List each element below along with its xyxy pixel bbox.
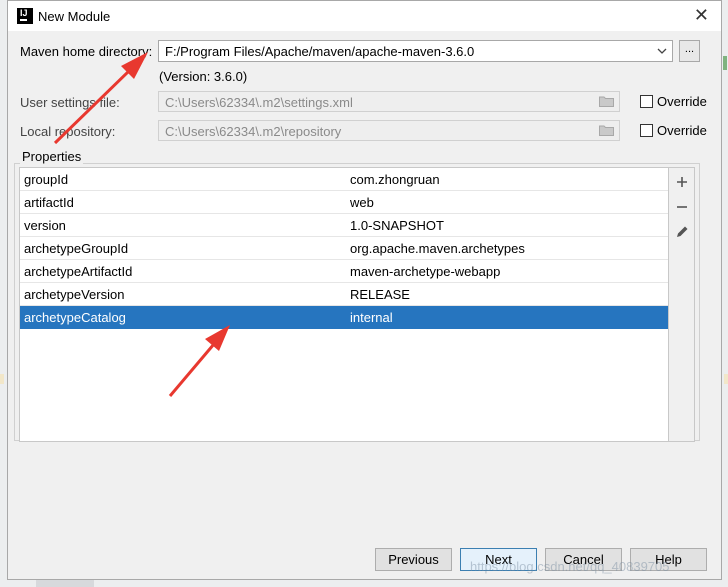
- background-window-edge-left: [0, 0, 7, 587]
- folder-icon: [599, 125, 614, 136]
- previous-button[interactable]: Previous: [375, 548, 452, 571]
- user-settings-value: C:\Users\62334\.m2\settings.xml: [165, 95, 353, 110]
- maven-home-label: Maven home directory:: [20, 44, 153, 59]
- property-value: 1.0-SNAPSHOT: [350, 218, 444, 233]
- background-highlight-marker: [0, 374, 4, 384]
- user-settings-field: C:\Users\62334\.m2\settings.xml: [158, 91, 620, 112]
- browse-button[interactable]: ...: [679, 40, 700, 62]
- properties-toolbar: [669, 167, 695, 442]
- table-row[interactable]: archetypeArtifactId maven-archetype-weba…: [20, 260, 668, 283]
- folder-icon: [599, 96, 614, 107]
- table-row-selected[interactable]: archetypeCatalog internal: [20, 306, 668, 329]
- properties-table[interactable]: groupId com.zhongruan artifactId web ver…: [19, 167, 669, 442]
- minus-icon[interactable]: [674, 199, 690, 215]
- user-settings-label: User settings file:: [20, 95, 120, 110]
- property-value: RELEASE: [350, 287, 410, 302]
- settings-override-label[interactable]: Override: [657, 94, 707, 109]
- property-key: artifactId: [24, 195, 74, 210]
- table-row[interactable]: version 1.0-SNAPSHOT: [20, 214, 668, 237]
- chevron-down-icon[interactable]: [656, 44, 668, 58]
- table-row[interactable]: artifactId web: [20, 191, 668, 214]
- property-value: web: [350, 195, 374, 210]
- maven-home-value: F:/Program Files/Apache/maven/apache-mav…: [165, 44, 475, 59]
- table-row[interactable]: groupId com.zhongruan: [20, 168, 668, 191]
- property-value: maven-archetype-webapp: [350, 264, 501, 279]
- property-key: groupId: [24, 172, 69, 187]
- property-value: com.zhongruan: [350, 172, 440, 187]
- property-key: archetypeCatalog: [24, 310, 126, 325]
- local-repository-field: C:\Users\62334\.m2\repository: [158, 120, 620, 141]
- intellij-app-icon: IJ: [17, 8, 33, 24]
- background-green-marker: [723, 56, 727, 70]
- settings-override-checkbox[interactable]: [640, 95, 653, 108]
- property-key: archetypeGroupId: [24, 241, 129, 256]
- plus-icon[interactable]: [674, 174, 690, 190]
- pencil-icon[interactable]: [674, 224, 690, 240]
- property-value: internal: [350, 310, 393, 325]
- property-value: org.apache.maven.archetypes: [350, 241, 525, 256]
- property-key: archetypeArtifactId: [24, 264, 133, 279]
- property-key: version: [24, 218, 66, 233]
- table-row[interactable]: archetypeGroupId org.apache.maven.archet…: [20, 237, 668, 260]
- properties-group-title: Properties: [20, 149, 84, 164]
- property-key: archetypeVersion: [24, 287, 125, 302]
- watermark: https://blog.csdn.net/qq_40839705: [470, 559, 670, 574]
- table-row[interactable]: archetypeVersion RELEASE: [20, 283, 668, 306]
- local-repository-label: Local repository:: [20, 124, 116, 139]
- local-repository-value: C:\Users\62334\.m2\repository: [165, 124, 342, 139]
- repo-override-checkbox[interactable]: [640, 124, 653, 137]
- window-title: New Module: [38, 9, 111, 24]
- repo-override-label[interactable]: Override: [657, 123, 707, 138]
- title-bar[interactable]: IJ New Module ✕: [8, 1, 721, 31]
- maven-version-text: (Version: 3.6.0): [159, 69, 248, 84]
- background-window-edge-right: [722, 0, 728, 587]
- close-icon[interactable]: ✕: [694, 5, 709, 26]
- maven-home-combobox[interactable]: F:/Program Files/Apache/maven/apache-mav…: [158, 40, 673, 62]
- background-highlight-marker-right: [724, 374, 728, 384]
